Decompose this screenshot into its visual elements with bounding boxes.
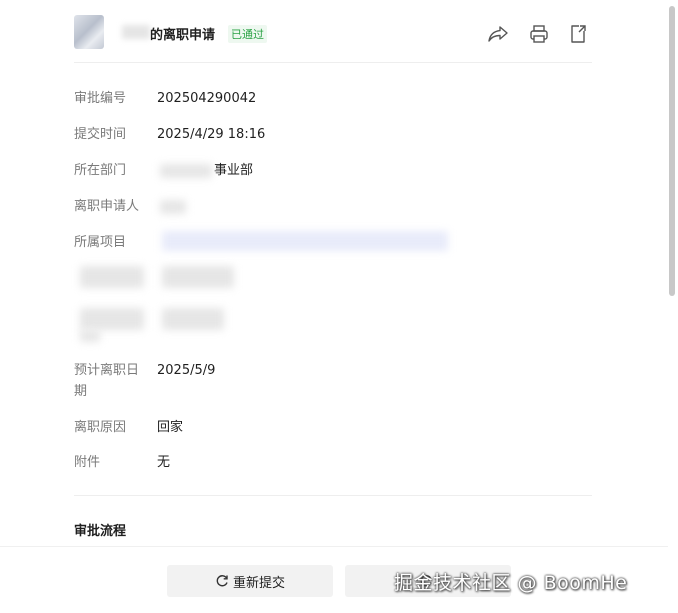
field-value: 事业部 xyxy=(214,163,254,178)
redacted-field-label xyxy=(80,308,144,330)
status-badge: 已通过 xyxy=(228,25,267,43)
redacted-fragment xyxy=(80,330,100,342)
redacted-field-value xyxy=(162,266,234,288)
field-value: 202504290042 xyxy=(157,91,257,106)
refresh-icon xyxy=(216,575,228,587)
field-value: 2025/4/29 18:16 xyxy=(157,127,266,142)
approval-flow-title: 审批流程 xyxy=(74,524,127,539)
approval-header: 的离职申请 已通过 xyxy=(74,14,594,54)
redacted-applicant-name xyxy=(122,25,150,39)
field-label: 所属项目 xyxy=(74,235,127,250)
watermark: 掘金技术社区 @ BoomHe xyxy=(394,572,628,594)
share-icon[interactable] xyxy=(486,22,510,46)
page-title: 的离职申请 xyxy=(150,28,216,43)
redacted-applicant xyxy=(160,200,186,214)
field-value: 2025/5/9 xyxy=(157,363,216,378)
field-value: 回家 xyxy=(157,420,184,435)
header-divider xyxy=(74,62,592,63)
resubmit-label: 重新提交 xyxy=(232,575,285,591)
resubmit-button[interactable]: 重新提交 xyxy=(167,565,333,597)
redacted-field-label xyxy=(80,266,144,288)
field-value: 无 xyxy=(157,455,171,470)
field-label: 所在部门 xyxy=(74,163,127,178)
redacted-department xyxy=(160,164,212,178)
field-label: 预计离职日期 xyxy=(74,363,140,399)
field-label: 附件 xyxy=(74,455,101,470)
redacted-field-value xyxy=(162,308,224,330)
redacted-project xyxy=(162,231,448,251)
scrollbar-thumb[interactable] xyxy=(669,6,675,296)
section-divider xyxy=(74,495,592,496)
field-label: 离职原因 xyxy=(74,420,127,435)
field-label: 离职申请人 xyxy=(74,199,140,214)
export-icon[interactable] xyxy=(566,22,590,46)
field-label: 审批编号 xyxy=(74,91,127,106)
print-icon[interactable] xyxy=(527,22,551,46)
avatar xyxy=(74,15,104,49)
field-label: 提交时间 xyxy=(74,127,127,142)
